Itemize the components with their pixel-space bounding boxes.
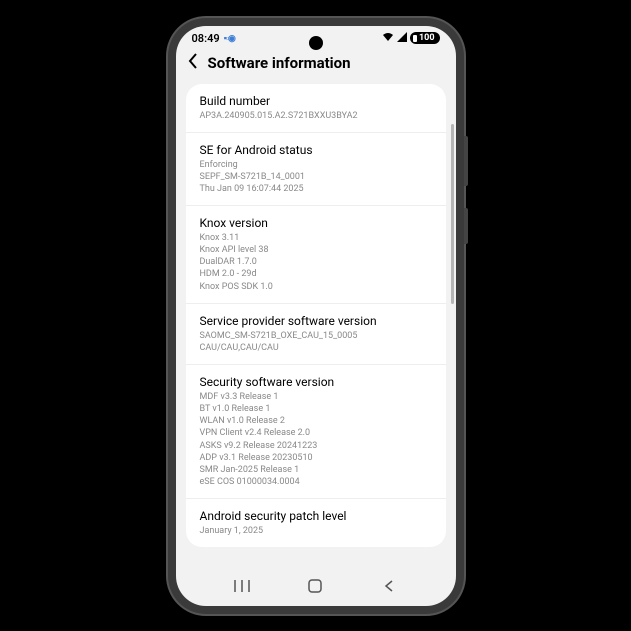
navigation-bar bbox=[176, 568, 456, 606]
section-title: Android security patch level bbox=[200, 509, 432, 523]
scrollbar[interactable] bbox=[451, 124, 454, 304]
section-se-android-status[interactable]: SE for Android status Enforcing SEPF_SM-… bbox=[186, 133, 446, 206]
side-button bbox=[464, 136, 468, 186]
battery-icon bbox=[413, 35, 417, 42]
back-nav-button[interactable] bbox=[369, 579, 409, 593]
section-title: SE for Android status bbox=[200, 143, 432, 157]
settings-card: Build number AP3A.240905.015.A2.S721BXXU… bbox=[186, 84, 446, 548]
section-value: January 1, 2025 bbox=[200, 525, 432, 537]
section-title: Security software version bbox=[200, 375, 432, 389]
battery-level: 100 bbox=[419, 33, 435, 43]
section-build-number[interactable]: Build number AP3A.240905.015.A2.S721BXXU… bbox=[186, 84, 446, 133]
page-title: Software information bbox=[208, 54, 351, 72]
section-service-provider-software-version[interactable]: Service provider software version SAOMC_… bbox=[186, 304, 446, 365]
section-knox-version[interactable]: Knox version Knox 3.11 Knox API level 38… bbox=[186, 206, 446, 304]
status-time: 08:49 bbox=[192, 32, 220, 45]
camera-notch bbox=[309, 36, 323, 50]
section-value: Knox 3.11 Knox API level 38 DualDAR 1.7.… bbox=[200, 232, 432, 293]
status-notification-icons: ▪▫◉ bbox=[224, 33, 235, 44]
wifi-icon bbox=[382, 32, 394, 45]
content-area[interactable]: Build number AP3A.240905.015.A2.S721BXXU… bbox=[176, 84, 456, 568]
recents-button[interactable] bbox=[222, 579, 262, 593]
signal-icon bbox=[397, 32, 407, 45]
battery-indicator: 100 bbox=[410, 32, 440, 44]
status-right: 100 bbox=[382, 32, 440, 45]
section-title: Build number bbox=[200, 94, 432, 108]
section-title: Service provider software version bbox=[200, 314, 432, 328]
back-button[interactable] bbox=[188, 53, 198, 74]
section-value: Enforcing SEPF_SM-S721B_14_0001 Thu Jan … bbox=[200, 159, 432, 195]
home-button[interactable] bbox=[295, 578, 335, 594]
section-value: SAOMC_SM-S721B_OXE_CAU_15_0005 CAU/CAU,C… bbox=[200, 330, 432, 354]
section-android-security-patch-level[interactable]: Android security patch level January 1, … bbox=[186, 499, 446, 547]
side-button bbox=[464, 208, 468, 244]
status-left: 08:49 ▪▫◉ bbox=[192, 32, 235, 45]
section-security-software-version[interactable]: Security software version MDF v3.3 Relea… bbox=[186, 365, 446, 499]
screen: 08:49 ▪▫◉ 100 Software information bbox=[176, 26, 456, 606]
section-value: MDF v3.3 Release 1 BT v1.0 Release 1 WLA… bbox=[200, 391, 432, 488]
page-header: Software information bbox=[176, 47, 456, 84]
section-value: AP3A.240905.015.A2.S721BXXU3BYA2 bbox=[200, 110, 432, 122]
phone-frame: 08:49 ▪▫◉ 100 Software information bbox=[168, 18, 464, 614]
section-title: Knox version bbox=[200, 216, 432, 230]
